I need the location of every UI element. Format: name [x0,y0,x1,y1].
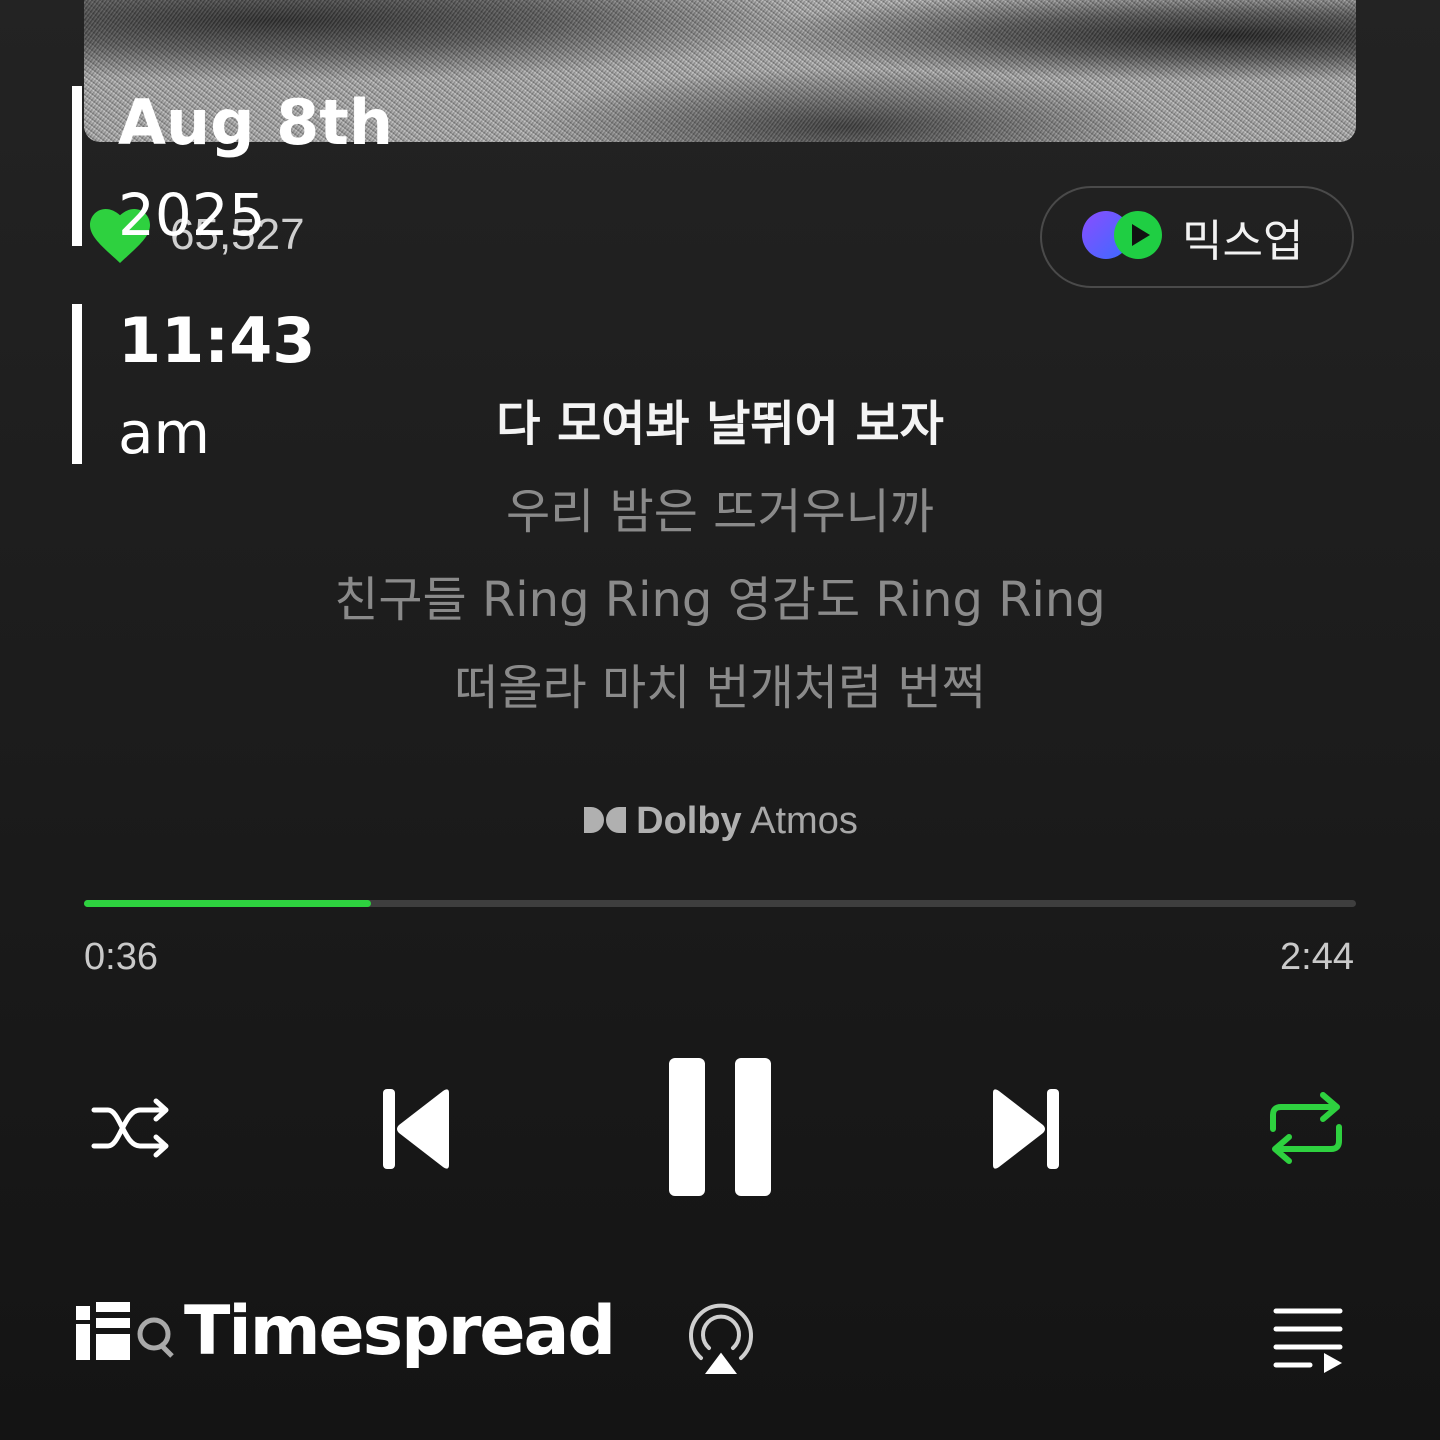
progress-fill [84,900,371,907]
dolby-logo-icon [582,805,628,839]
shuffle-button[interactable] [84,1090,180,1170]
shuffle-icon [90,1096,174,1164]
next-button[interactable] [982,1086,1072,1176]
year-line: 2025 [118,181,266,249]
date-line: Aug 8th [118,86,394,159]
dolby-brand: Dolby [636,800,742,842]
pause-button[interactable] [664,1056,776,1202]
skip-previous-icon [377,1087,453,1175]
lyric-line-current[interactable]: 다 모여봐 날뛰어 보자 [0,380,1440,468]
clock-line: 11:43 [118,304,316,377]
previous-button[interactable] [370,1086,460,1176]
airplay-icon [679,1296,763,1380]
dolby-label: Dolby Atmos [636,800,858,843]
bottom-bar: Timespread [0,1290,1440,1390]
lyrics-panel[interactable]: 다 모여봐 날뛰어 보자 우리 밤은 뜨거우니까 친구들 Ring Ring 영… [0,380,1440,732]
mixup-label: 믹스업 [1182,216,1304,267]
playback-controls [0,1050,1440,1210]
progress-bar[interactable] [84,900,1356,907]
elapsed-time: 0:36 [84,936,158,978]
repeat-button[interactable] [1262,1088,1350,1172]
pause-icon [665,1056,775,1202]
queue-button[interactable] [1266,1300,1350,1380]
total-time: 2:44 [1280,936,1354,978]
timespread-watermark: Timespread [74,1290,616,1374]
skip-next-icon [989,1087,1065,1175]
timespread-logo-icon [74,1290,178,1374]
lyric-line[interactable]: 우리 밤은 뜨거우니까 [0,468,1440,556]
dolby-format: Atmos [750,800,858,842]
date-stamp: Aug 8th 2025 [72,86,393,246]
mixup-button[interactable]: 믹스업 [1040,186,1354,288]
lyric-line[interactable]: 떠올라 마치 번개처럼 번쩍 [0,644,1440,732]
cast-button[interactable] [676,1296,766,1380]
mixup-logo-icon [1080,207,1166,267]
dolby-atmos-badge: Dolby Atmos [0,800,1440,843]
queue-icon [1268,1303,1348,1377]
watermark-text: Timespread [184,1292,616,1371]
lyric-line[interactable]: 친구들 Ring Ring 영감도 Ring Ring [0,556,1440,644]
repeat-icon [1265,1089,1347,1171]
